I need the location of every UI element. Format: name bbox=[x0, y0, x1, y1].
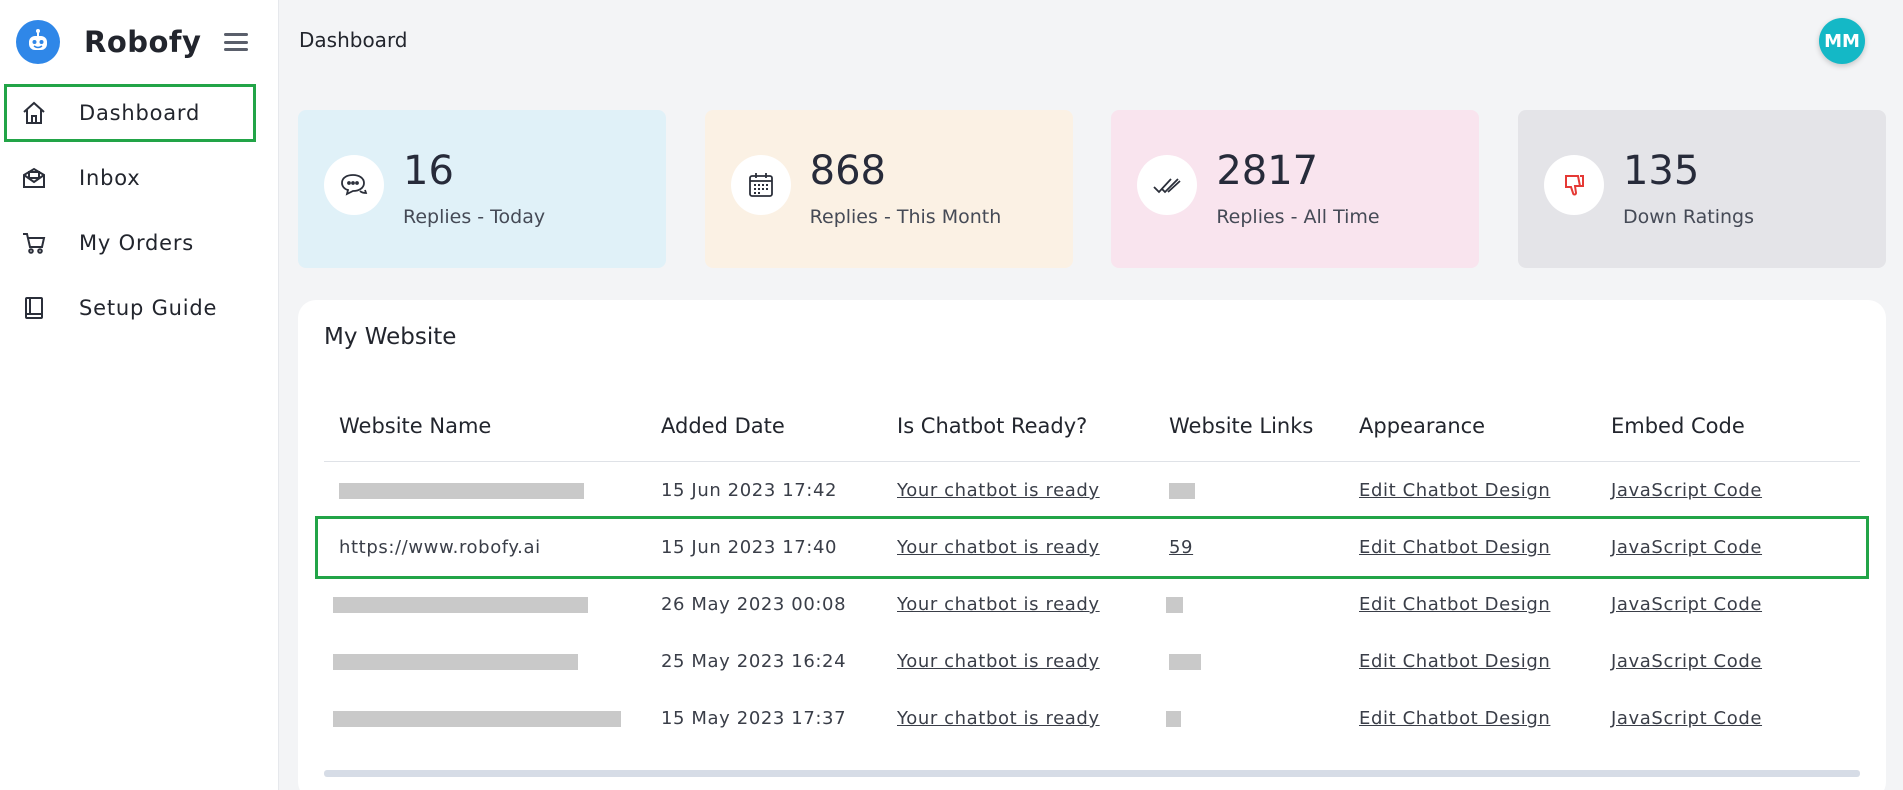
edit-chatbot-design-link[interactable]: Edit Chatbot Design bbox=[1359, 594, 1550, 615]
edit-chatbot-design-link[interactable]: Edit Chatbot Design bbox=[1359, 651, 1550, 672]
brand-name: Robofy bbox=[84, 25, 202, 59]
book-icon bbox=[19, 293, 49, 323]
chatbot-ready-link[interactable]: Your chatbot is ready bbox=[897, 651, 1100, 672]
websites-table: Website Name Added Date Is Chatbot Ready… bbox=[315, 390, 1869, 747]
horizontal-scrollbar[interactable] bbox=[324, 770, 1860, 777]
column-header: Embed Code bbox=[1611, 413, 1745, 438]
javascript-code-link[interactable]: JavaScript Code bbox=[1611, 537, 1762, 558]
sidebar-item-label: Dashboard bbox=[79, 101, 201, 125]
stat-value: 16 bbox=[403, 148, 454, 194]
menu-toggle-icon[interactable] bbox=[224, 31, 248, 53]
added-date-cell: 25 May 2023 16:24 bbox=[661, 651, 847, 672]
stat-label: Replies - All Time bbox=[1216, 206, 1380, 228]
sidebar-item-setup-guide[interactable]: Setup Guide bbox=[4, 279, 256, 337]
thumbs-down-icon bbox=[1543, 155, 1604, 215]
my-website-panel: My Website Website Name Added Date Is Ch… bbox=[298, 300, 1886, 790]
stat-label: Down Ratings bbox=[1622, 206, 1755, 228]
stat-card-down-ratings: 135 Down Ratings bbox=[1517, 110, 1886, 268]
page-title: Dashboard bbox=[299, 28, 408, 52]
sidebar-item-label: My Orders bbox=[79, 231, 195, 255]
website-links-count-link[interactable]: 59 bbox=[1169, 537, 1193, 558]
javascript-code-link[interactable]: JavaScript Code bbox=[1611, 594, 1762, 615]
robot-logo-icon bbox=[16, 20, 60, 64]
sidebar: Robofy Dashboard Inbox My Orders Setup G… bbox=[0, 0, 279, 790]
table-row: https://www.robofy.ai 15 Jun 2023 17:40 … bbox=[315, 516, 1869, 579]
edit-chatbot-design-link[interactable]: Edit Chatbot Design bbox=[1359, 480, 1550, 501]
avatar[interactable]: MM bbox=[1819, 18, 1865, 64]
stat-card-replies-today: 16 Replies - Today bbox=[298, 110, 666, 268]
sidebar-item-label: Inbox bbox=[79, 166, 141, 190]
redacted-text bbox=[333, 654, 578, 670]
home-icon bbox=[19, 98, 49, 128]
chatbot-ready-link[interactable]: Your chatbot is ready bbox=[897, 594, 1100, 615]
table-row: 15 May 2023 17:37 Your chatbot is ready … bbox=[324, 690, 1860, 747]
stat-card-replies-all-time: 2817 Replies - All Time bbox=[1111, 110, 1480, 268]
chatbot-ready-link[interactable]: Your chatbot is ready bbox=[897, 708, 1100, 729]
redacted-text[interactable] bbox=[1166, 597, 1183, 613]
column-header: Added Date bbox=[661, 413, 785, 438]
double-check-icon bbox=[1137, 155, 1198, 215]
website-name-cell: https://www.robofy.ai bbox=[339, 537, 541, 558]
website-name-cell bbox=[324, 480, 661, 501]
added-date-cell: 15 Jun 2023 17:40 bbox=[661, 537, 838, 558]
javascript-code-link[interactable]: JavaScript Code bbox=[1611, 651, 1762, 672]
stat-value: 135 bbox=[1622, 148, 1700, 194]
cart-icon bbox=[19, 228, 49, 258]
column-header: Website Name bbox=[339, 413, 492, 438]
redacted-text[interactable] bbox=[1169, 483, 1195, 499]
added-date-cell: 26 May 2023 00:08 bbox=[661, 594, 847, 615]
added-date-cell: 15 May 2023 17:37 bbox=[661, 708, 847, 729]
topbar: Dashboard MM bbox=[279, 0, 1903, 84]
panel-title: My Website bbox=[324, 324, 457, 350]
sidebar-item-label: Setup Guide bbox=[79, 296, 218, 320]
sidebar-item-my-orders[interactable]: My Orders bbox=[4, 214, 256, 272]
chatbot-ready-link[interactable]: Your chatbot is ready bbox=[897, 480, 1100, 501]
brand[interactable]: Robofy bbox=[16, 20, 201, 64]
stats-row: 16 Replies - Today 868 Replies - This Mo… bbox=[298, 110, 1886, 268]
redacted-text[interactable] bbox=[1166, 711, 1181, 727]
sidebar-nav: Dashboard Inbox My Orders Setup Guide bbox=[4, 84, 256, 344]
table-row: 25 May 2023 16:24 Your chatbot is ready … bbox=[324, 633, 1860, 690]
table-row: 15 Jun 2023 17:42 Your chatbot is ready … bbox=[324, 462, 1860, 519]
chat-bubbles-icon bbox=[324, 155, 384, 215]
website-name-cell bbox=[324, 708, 661, 729]
stat-card-replies-month: 868 Replies - This Month bbox=[704, 110, 1073, 268]
redacted-text[interactable] bbox=[1169, 654, 1201, 670]
column-header: Website Links bbox=[1169, 413, 1314, 438]
table-row: 26 May 2023 00:08 Your chatbot is ready … bbox=[324, 576, 1860, 633]
redacted-text bbox=[339, 483, 584, 499]
redacted-text bbox=[333, 597, 588, 613]
javascript-code-link[interactable]: JavaScript Code bbox=[1611, 708, 1762, 729]
calendar-icon bbox=[730, 155, 791, 215]
column-header: Appearance bbox=[1359, 413, 1486, 438]
sidebar-item-inbox[interactable]: Inbox bbox=[4, 149, 256, 207]
sidebar-item-dashboard[interactable]: Dashboard bbox=[4, 84, 256, 142]
stat-value: 868 bbox=[809, 148, 887, 194]
redacted-text bbox=[333, 711, 621, 727]
table-header: Website Name Added Date Is Chatbot Ready… bbox=[324, 390, 1860, 462]
stat-value: 2817 bbox=[1216, 148, 1319, 194]
edit-chatbot-design-link[interactable]: Edit Chatbot Design bbox=[1359, 537, 1550, 558]
column-header: Is Chatbot Ready? bbox=[897, 413, 1088, 438]
added-date-cell: 15 Jun 2023 17:42 bbox=[661, 480, 838, 501]
website-name-cell bbox=[324, 594, 661, 615]
stat-label: Replies - This Month bbox=[809, 206, 1002, 228]
chatbot-ready-link[interactable]: Your chatbot is ready bbox=[897, 537, 1100, 558]
javascript-code-link[interactable]: JavaScript Code bbox=[1611, 480, 1762, 501]
stat-label: Replies - Today bbox=[403, 206, 546, 228]
inbox-icon bbox=[19, 163, 49, 193]
edit-chatbot-design-link[interactable]: Edit Chatbot Design bbox=[1359, 708, 1550, 729]
website-name-cell bbox=[324, 651, 661, 672]
